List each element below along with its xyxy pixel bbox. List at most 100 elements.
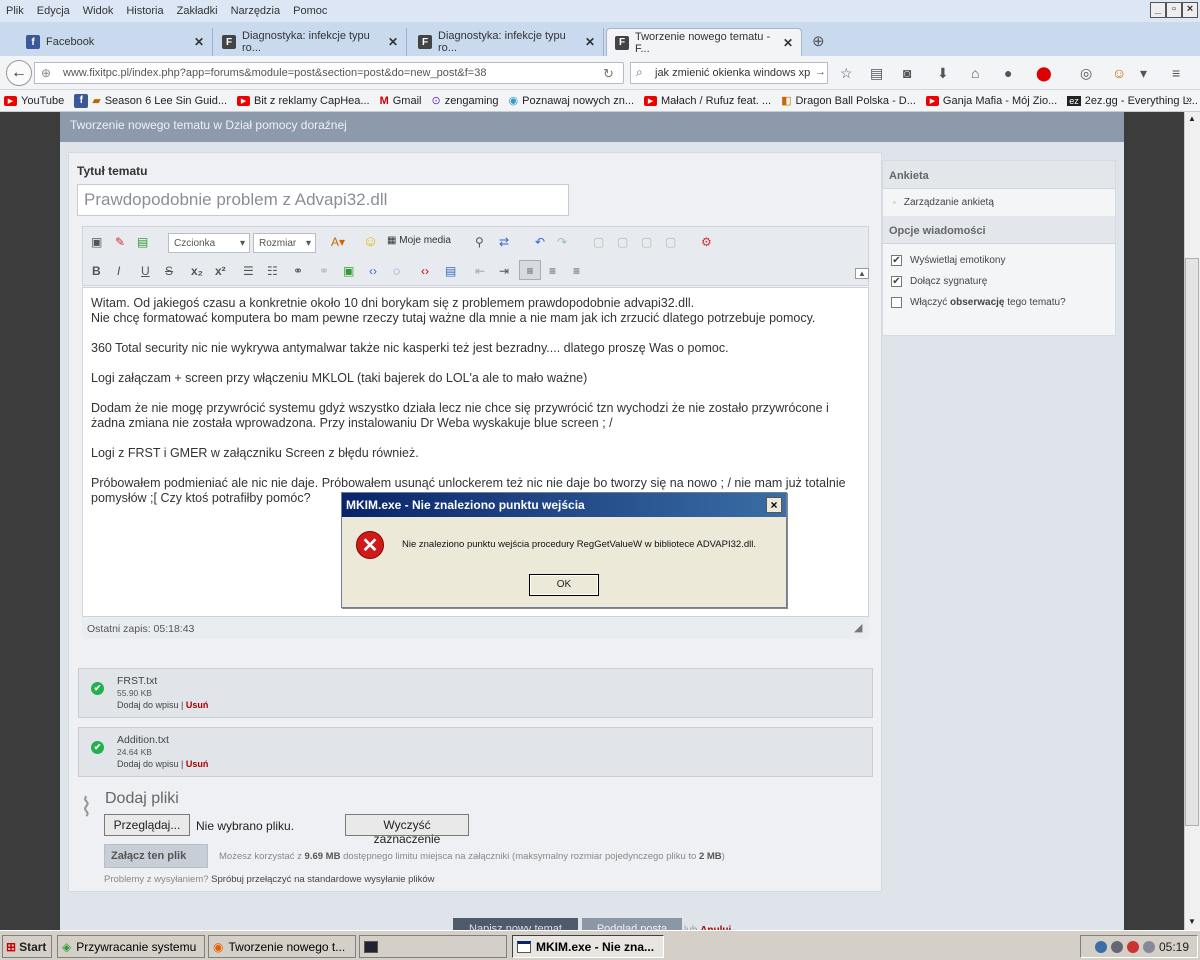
bookmarks-overflow-icon[interactable]: » (1186, 94, 1192, 106)
remove-link[interactable]: Usuń (186, 700, 209, 710)
hamburger-menu-icon[interactable]: ≡ (1172, 65, 1180, 81)
size-select[interactable]: Rozmiar ▾ (253, 233, 316, 253)
image-icon[interactable]: ▣ (343, 264, 354, 278)
pocket-icon[interactable]: ◙ (903, 65, 911, 81)
poll-manage-link[interactable]: ▫ Zarządzanie ankietą (883, 189, 1115, 216)
taskbar-item-restore[interactable]: ◈ Przywracanie systemu (57, 935, 205, 958)
adblock-icon[interactable]: ⬤ (1036, 65, 1052, 82)
checkbox-checked[interactable]: ✔ (891, 276, 902, 287)
link-icon[interactable]: ⚭ (293, 264, 303, 278)
new-tab-icon[interactable]: ⊕ (812, 32, 825, 50)
remove-link[interactable]: Usuń (186, 759, 209, 769)
menu-bookmarks[interactable]: Zakładki (177, 5, 218, 17)
close-tab-icon[interactable]: ✕ (194, 35, 204, 49)
tab-new-topic[interactable]: F Tworzenie nowego tematu - F... ✕ (606, 28, 802, 56)
format-icon[interactable]: ▤ (137, 235, 148, 249)
outdent-icon[interactable]: ⇤ (475, 264, 485, 278)
source-icon[interactable]: ▣ (91, 235, 102, 249)
bullet-list-icon[interactable]: ☰ (243, 264, 254, 278)
redo-icon[interactable]: ↷ (557, 235, 567, 249)
reading-list-icon[interactable]: ▤ (870, 65, 883, 82)
cut-icon[interactable]: ▢ (593, 235, 604, 249)
dialog-close-button[interactable]: × (766, 497, 782, 513)
volume-icon[interactable] (1110, 940, 1123, 953)
update-icon[interactable] (1142, 940, 1155, 953)
text-color-icon[interactable]: A▾ (331, 235, 345, 249)
scroll-up-icon[interactable]: ▲ (1188, 114, 1196, 123)
align-left-icon[interactable]: ≡ (519, 260, 541, 280)
taskbar-item-mkim[interactable]: MKIM.exe - Nie zna... (512, 935, 664, 958)
attach-file-button[interactable]: Załącz ten plik (104, 844, 208, 868)
taskbar-item-firefox[interactable]: ◉ Tworzenie nowego t... (208, 935, 356, 958)
search-go-icon[interactable]: → (815, 66, 826, 78)
numbered-list-icon[interactable]: ☷ (267, 264, 278, 278)
ok-button[interactable]: OK (529, 574, 599, 596)
subscript-icon[interactable]: x₂ (191, 264, 203, 278)
menu-tools[interactable]: Narzędzia (231, 5, 281, 17)
taskbar-item-gmer[interactable] (359, 935, 507, 958)
resize-handle-icon[interactable]: ◢ (854, 621, 862, 634)
undo-icon[interactable]: ↶ (535, 235, 545, 249)
menu-edit[interactable]: Edycja (37, 5, 70, 17)
close-tab-icon[interactable]: ✕ (585, 35, 595, 49)
scroll-down-icon[interactable]: ▼ (1188, 917, 1196, 926)
home-icon[interactable]: ⌂ (971, 65, 979, 81)
bookmark-8[interactable]: ▶ Ganja Mafia - Mój Zio... (925, 95, 1057, 107)
close-window-button[interactable]: × (1182, 2, 1198, 18)
tab-diagnostyka-1[interactable]: F Diagnostyka: infekcje typu ro... ✕ (214, 28, 407, 56)
option-signature[interactable]: ✔ Dołącz sygnaturę (883, 271, 1115, 292)
download-icon[interactable]: ⬇ (937, 65, 949, 82)
align-right-icon[interactable]: ≡ (573, 264, 580, 278)
bold-icon[interactable]: B (92, 264, 101, 278)
find-icon[interactable]: ⚲ (475, 235, 484, 249)
bookmark-7[interactable]: ◧ Dragon Ball Polska - D... (781, 94, 916, 108)
network-icon[interactable] (1094, 940, 1107, 953)
bookmark-2[interactable]: ▶ Bit z reklamy CapHea... (237, 95, 370, 107)
url-bar[interactable]: ⊕ www.fixitpc.pl/index.php?app=forums&mo… (34, 62, 624, 84)
search-bar[interactable]: ⌕ jak zmienić okienka windows xp → (630, 62, 828, 84)
italic-icon[interactable]: I (117, 264, 120, 278)
align-center-icon[interactable]: ≡ (549, 264, 556, 278)
scrollbar-thumb[interactable] (1185, 258, 1199, 826)
minimize-button[interactable]: _ (1150, 2, 1166, 18)
media-button[interactable]: ▦ Moje media (387, 235, 451, 246)
code-icon[interactable]: ‹› (369, 264, 377, 278)
start-button[interactable]: ⊞ Start (2, 935, 52, 958)
unlink-icon[interactable]: ⚭ (319, 264, 329, 278)
bookmark-9[interactable]: ez 2ez.gg - Everything L... (1067, 95, 1198, 107)
superscript-icon[interactable]: x² (215, 264, 226, 278)
tab-facebook[interactable]: f Facebook ✕ (18, 28, 213, 56)
dropdown-icon[interactable]: ▾ (1140, 65, 1147, 82)
paste-icon[interactable]: ▢ (641, 235, 652, 249)
strike-icon[interactable]: S (165, 264, 173, 278)
indent-icon[interactable]: ⇥ (499, 264, 509, 278)
back-button[interactable]: ← (6, 60, 32, 86)
option-emoticons[interactable]: ✔ Wyświetlaj emotikony (883, 250, 1115, 271)
close-tab-icon[interactable]: ✕ (783, 36, 793, 50)
bookmark-1[interactable]: f ▰ Season 6 Lee Sin Guid... (74, 93, 227, 108)
quote-icon[interactable]: ◌ (393, 264, 400, 278)
emoticon-icon[interactable]: ☺ (363, 233, 378, 250)
switch-upload-link[interactable]: Spróbuj przełączyć na standardowe wysyła… (211, 874, 434, 885)
reload-icon[interactable]: ↻ (603, 66, 614, 82)
underline-icon[interactable]: U (141, 264, 150, 278)
title-input[interactable]: Prawdopodobnie problem z Advapi32.dll (77, 184, 569, 216)
close-tab-icon[interactable]: ✕ (388, 35, 398, 49)
option-follow[interactable]: Włączyć obserwację tego tematu? (883, 292, 1115, 313)
extension-icon[interactable]: ◎ (1080, 65, 1092, 82)
insert-link[interactable]: Dodaj do wpisu (117, 759, 179, 769)
menu-help[interactable]: Pomoc (293, 5, 327, 17)
replace-icon[interactable]: ⇄ (499, 235, 509, 249)
checkbox-checked[interactable]: ✔ (891, 255, 902, 266)
bookmark-6[interactable]: ▶ Małach / Rufuz feat. ... (644, 95, 771, 107)
insert-link[interactable]: Dodaj do wpisu (117, 700, 179, 710)
antivirus-icon[interactable] (1126, 940, 1139, 953)
tab-diagnostyka-2[interactable]: F Diagnostyka: infekcje typu ro... ✕ (410, 28, 604, 56)
collapse-toolbar-icon[interactable]: ▲ (855, 268, 869, 279)
paste-word-icon[interactable]: ▢ (665, 235, 676, 249)
font-select[interactable]: Czcionka ▾ (168, 233, 250, 253)
menu-file[interactable]: Plik (6, 5, 24, 17)
bookmark-youtube[interactable]: ▶ YouTube (4, 95, 64, 107)
copy-icon[interactable]: ▢ (617, 235, 628, 249)
monkey-icon[interactable]: ☺ (1112, 65, 1126, 81)
